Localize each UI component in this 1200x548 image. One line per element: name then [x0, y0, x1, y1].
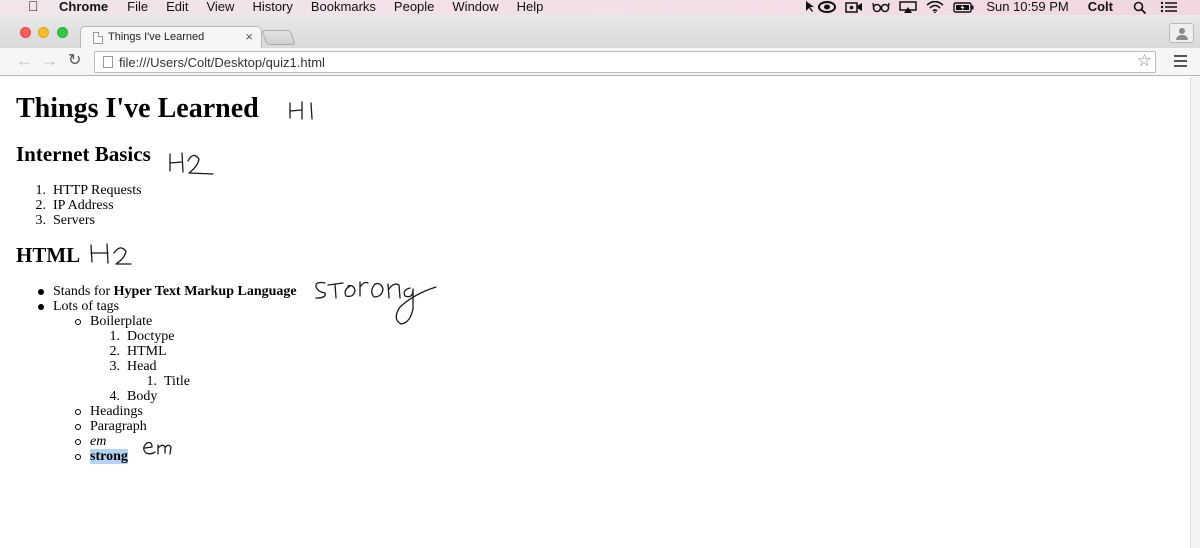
handwritten-h2-note-1 [169, 152, 214, 175]
back-arrow-icon[interactable]: ← [16, 52, 33, 70]
page-icon [93, 32, 103, 44]
address-bar[interactable]: file:///Users/Colt/Desktop/quiz1.html ☆ [94, 51, 1156, 73]
menu-bookmarks[interactable]: Bookmarks [311, 0, 376, 14]
bullet-disc [38, 304, 44, 310]
menu-help[interactable]: Help [517, 0, 544, 14]
facetime-icon[interactable] [845, 1, 863, 13]
profile-icon[interactable] [1169, 23, 1194, 43]
stands-for-strong: Hyper Text Markup Language [113, 284, 297, 299]
menubar-user[interactable]: Colt [1088, 0, 1113, 14]
menu-file[interactable]: File [127, 0, 148, 14]
list-item: IP Address [53, 198, 114, 213]
list-item: Body [127, 389, 158, 404]
list-marker: 3. [109, 359, 121, 374]
list-marker: 1. [35, 183, 47, 198]
glasses-icon[interactable] [872, 1, 890, 13]
list-marker: 4. [109, 389, 121, 404]
page-content: Things I've Learned Internet Basics 1. H… [0, 77, 1190, 548]
list-item: HTML [127, 344, 167, 359]
window-close-button[interactable] [20, 27, 31, 38]
window-minimize-button[interactable] [38, 27, 49, 38]
tab-strip: Things I've Learned × [0, 15, 1200, 49]
app-menus: Chrome File Edit View History Bookmarks … [59, 0, 561, 14]
status-area: Sun 10:59 PM Colt [806, 0, 1200, 14]
list-item-stands-for: Stands for Hyper Text Markup Language [53, 284, 297, 299]
list-item-em: em [90, 434, 107, 449]
list-item: Headings [90, 404, 143, 419]
list-item: Paragraph [90, 419, 147, 434]
list-item: Head [127, 359, 157, 374]
tab-things-ive-learned[interactable]: Things I've Learned × [80, 26, 262, 49]
menu-edit[interactable]: Edit [166, 0, 188, 14]
wifi-icon[interactable] [926, 0, 944, 13]
list-item-strong-selected[interactable]: strong [90, 449, 128, 464]
bullet-circle [75, 409, 81, 415]
forward-arrow-icon[interactable]: → [41, 52, 58, 70]
heading-html: HTML [16, 243, 81, 267]
list-item: HTTP Requests [53, 183, 142, 198]
handwritten-h2-note-2 [90, 243, 132, 265]
list-marker: 3. [35, 213, 47, 228]
menu-history[interactable]: History [252, 0, 292, 14]
airplay-icon[interactable] [899, 0, 918, 13]
list-item-lots-of-tags: Lots of tags [53, 299, 120, 314]
menu-people[interactable]: People [394, 0, 434, 14]
bullet-circle [75, 424, 81, 430]
list-marker: 1. [146, 374, 158, 389]
apple-icon[interactable]:  [28, 0, 39, 14]
stands-for-text: Stands for [53, 284, 111, 299]
creative-cloud-icon[interactable] [818, 0, 837, 13]
bullet-circle [75, 439, 81, 445]
battery-icon[interactable] [953, 1, 975, 13]
bullet-circle [75, 319, 81, 325]
reload-icon[interactable]: ↻ [68, 52, 81, 70]
handwritten-strong-note [315, 281, 437, 325]
list-marker: 2. [109, 344, 121, 359]
spotlight-search-icon[interactable] [1133, 1, 1147, 14]
list-marker: 2. [35, 198, 47, 213]
menu-app-name[interactable]: Chrome [59, 0, 108, 14]
list-marker: 1. [109, 329, 121, 344]
pointer-icon [806, 0, 815, 13]
address-bar-url[interactable]: file:///Users/Colt/Desktop/quiz1.html [119, 55, 325, 70]
bullet-disc [38, 289, 44, 295]
heading-internet-basics: Internet Basics [16, 142, 151, 166]
handwritten-annotations [90, 101, 437, 455]
chrome-menu-icon[interactable] [1174, 55, 1187, 70]
notification-center-icon[interactable] [1160, 1, 1178, 13]
tab-title: Things I've Learned [108, 31, 205, 43]
new-tab-button[interactable] [261, 30, 296, 45]
list-item: Title [164, 374, 190, 389]
macos-menu-bar:  Chrome File Edit View History Bookmark… [0, 0, 1200, 15]
page-heading-h1: Things I've Learned [16, 93, 259, 124]
bookmark-star-icon[interactable]: ☆ [1137, 51, 1152, 71]
bullet-circle [75, 454, 81, 460]
page-icon [103, 56, 113, 68]
menu-window[interactable]: Window [452, 0, 498, 14]
menu-view[interactable]: View [206, 0, 234, 14]
list-item: Servers [53, 213, 95, 228]
tab-close-icon[interactable]: × [245, 29, 253, 44]
browser-toolbar: ← → ↻ file:///Users/Colt/Desktop/quiz1.h… [0, 48, 1200, 76]
list-item: Doctype [127, 329, 175, 344]
list-item-boilerplate: Boilerplate [90, 314, 153, 329]
menubar-clock[interactable]: Sun 10:59 PM [986, 0, 1068, 14]
handwritten-h1-note [289, 101, 313, 120]
page-scrollbar[interactable] [1190, 77, 1200, 548]
window-zoom-button[interactable] [57, 27, 68, 38]
handwritten-em-note [143, 441, 172, 455]
